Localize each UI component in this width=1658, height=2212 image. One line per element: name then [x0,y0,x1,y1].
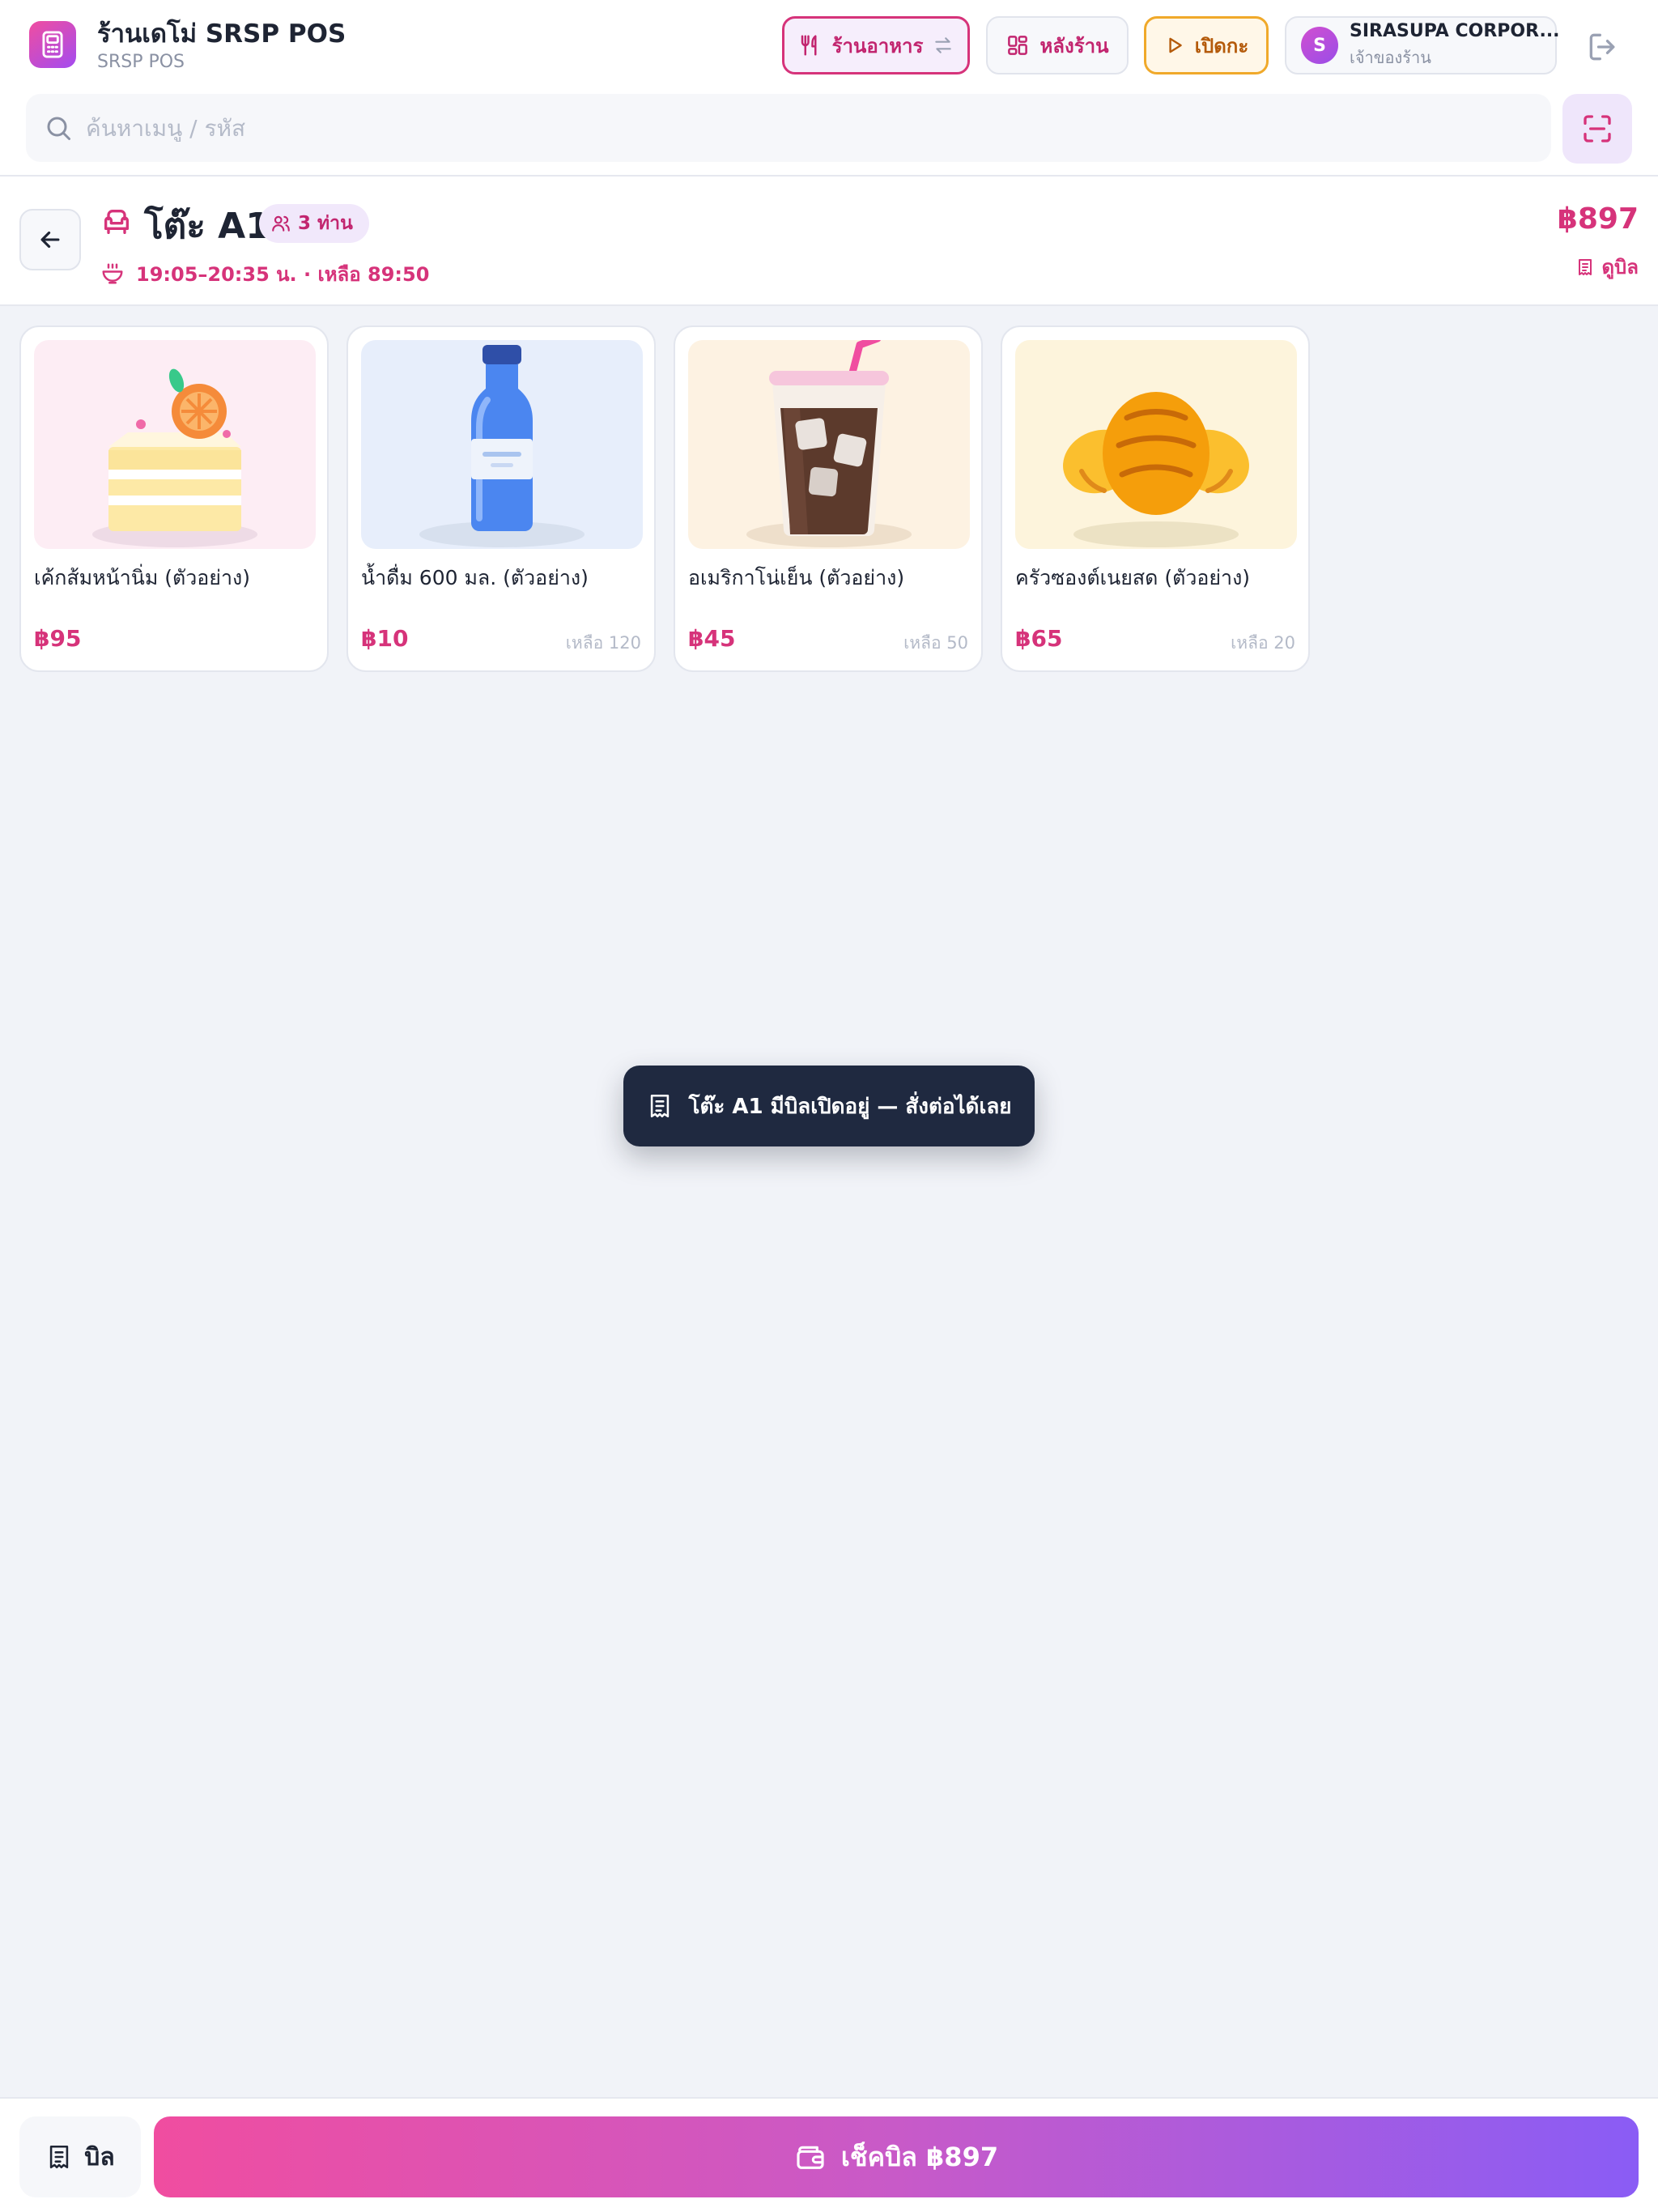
view-bill-link[interactable]: ดูบิล [1575,251,1639,283]
mode-switch-label: ร้านอาหาร [831,34,924,57]
search-bar [26,94,1551,162]
back-button[interactable] [19,209,81,270]
utensils-icon [801,35,817,56]
bill-label: บิล [84,2142,115,2172]
time-range: 19:05–20:35 น. · เหลือ 89:50 [136,262,430,286]
hot-food-icon [102,263,123,284]
shop-name: ร้านเดโม่ SRSP POS [97,19,346,49]
swap-arrows-icon [935,37,952,53]
product-stock: เหลือ 20 [1231,633,1295,653]
table-info-bar: โต๊ะ A1 3 ท่าน 19:05–20:35 น. · เหลือ 89… [0,177,1658,306]
barcode-scan-button[interactable] [1562,94,1632,164]
mode-switch-button[interactable]: ร้านอาหาร [782,16,970,74]
checkout-label: เช็คบิล ฿897 [840,2141,999,2172]
bill-total: ฿897 [1557,202,1639,236]
toast-notification: โต๊ะ A1 มีบิลเปิดอยู่ — สั่งต่อได้เลย [623,1066,1035,1146]
checkout-button[interactable]: เช็คบิล ฿897 [154,2116,1639,2197]
view-bill-label: ดูบิล [1601,256,1639,279]
play-icon [1169,37,1182,53]
receipt-icon [50,2145,69,2169]
product-name: ครัวซองต์เนยสด (ตัวอย่าง) [1015,566,1251,589]
user-name: SIRASUPA CORPOR... [1350,20,1560,41]
product-image [1015,340,1297,549]
receipt-icon [651,1094,670,1118]
user-role: เจ้าของร้าน [1350,47,1431,67]
product-grid: เค้กส้มหน้านิ่ม (ตัวอย่าง) ฿95 น้ำดื่ม 6… [19,325,1310,672]
arrow-left-icon [40,231,60,249]
product-card[interactable]: ครัวซองต์เนยสด (ตัวอย่าง) ฿65 เหลือ 20 [1001,325,1310,672]
product-price: ฿10 [361,625,409,652]
product-image [34,340,316,549]
open-shift-label: เปิดกะ [1194,34,1249,57]
product-stock: เหลือ 120 [565,633,641,653]
users-icon [272,215,290,232]
receipt-icon [1579,258,1592,275]
product-card[interactable]: เค้กส้มหน้านิ่ม (ตัวอย่าง) ฿95 [19,325,329,672]
product-card[interactable]: อเมริกาโน่เย็น (ตัวอย่าง) ฿45 เหลือ 50 [674,325,983,672]
time-remaining: 19:05–20:35 น. · เหลือ 89:50 [100,257,429,290]
dashboard-grid-icon [1008,36,1028,55]
pos-terminal-icon [29,21,76,68]
toast-message: โต๊ะ A1 มีบิลเปิดอยู่ — สั่งต่อได้เลย [688,1094,1012,1119]
table-name: โต๊ะ A1 [144,206,270,247]
user-menu-button[interactable]: S SIRASUPA CORPOR... เจ้าของร้าน [1285,16,1560,74]
wallet-icon [797,2146,824,2169]
app-header: ร้านเดโม่ SRSP POS SRSP POS ร้านอาหาร หล… [0,0,1658,177]
product-price: ฿45 [688,625,736,652]
barcode-scan-icon [1584,115,1611,143]
product-name: เค้กส้มหน้านิ่ม (ตัวอย่าง) [34,566,250,589]
product-name: อเมริกาโน่เย็น (ตัวอย่าง) [688,566,905,589]
bottom-action-bar: บิล เช็คบิล ฿897 [0,2097,1658,2212]
armchair-icon [104,210,129,234]
product-price: ฿95 [34,625,82,652]
bill-button[interactable]: บิล [19,2116,141,2197]
product-card[interactable]: น้ำดื่ม 600 มล. (ตัวอย่าง) ฿10 เหลือ 120 [346,325,656,672]
guest-count-badge: 3 ท่าน [259,204,369,243]
open-shift-button[interactable]: เปิดกะ [1144,16,1269,74]
product-image [361,340,643,549]
avatar: S [1301,27,1338,64]
product-name: น้ำดื่ม 600 มล. (ตัวอย่าง) [361,566,589,589]
logout-icon[interactable] [1585,29,1621,65]
product-stock: เหลือ 50 [903,633,968,653]
shop-subtitle: SRSP POS [97,52,185,72]
backoffice-label: หลังร้าน [1039,34,1109,57]
product-image [688,340,970,549]
backoffice-button[interactable]: หลังร้าน [986,16,1129,74]
product-price: ฿65 [1015,625,1063,652]
search-input[interactable] [86,114,1551,142]
search-icon [47,117,70,140]
guest-count: 3 ท่าน [298,213,353,234]
